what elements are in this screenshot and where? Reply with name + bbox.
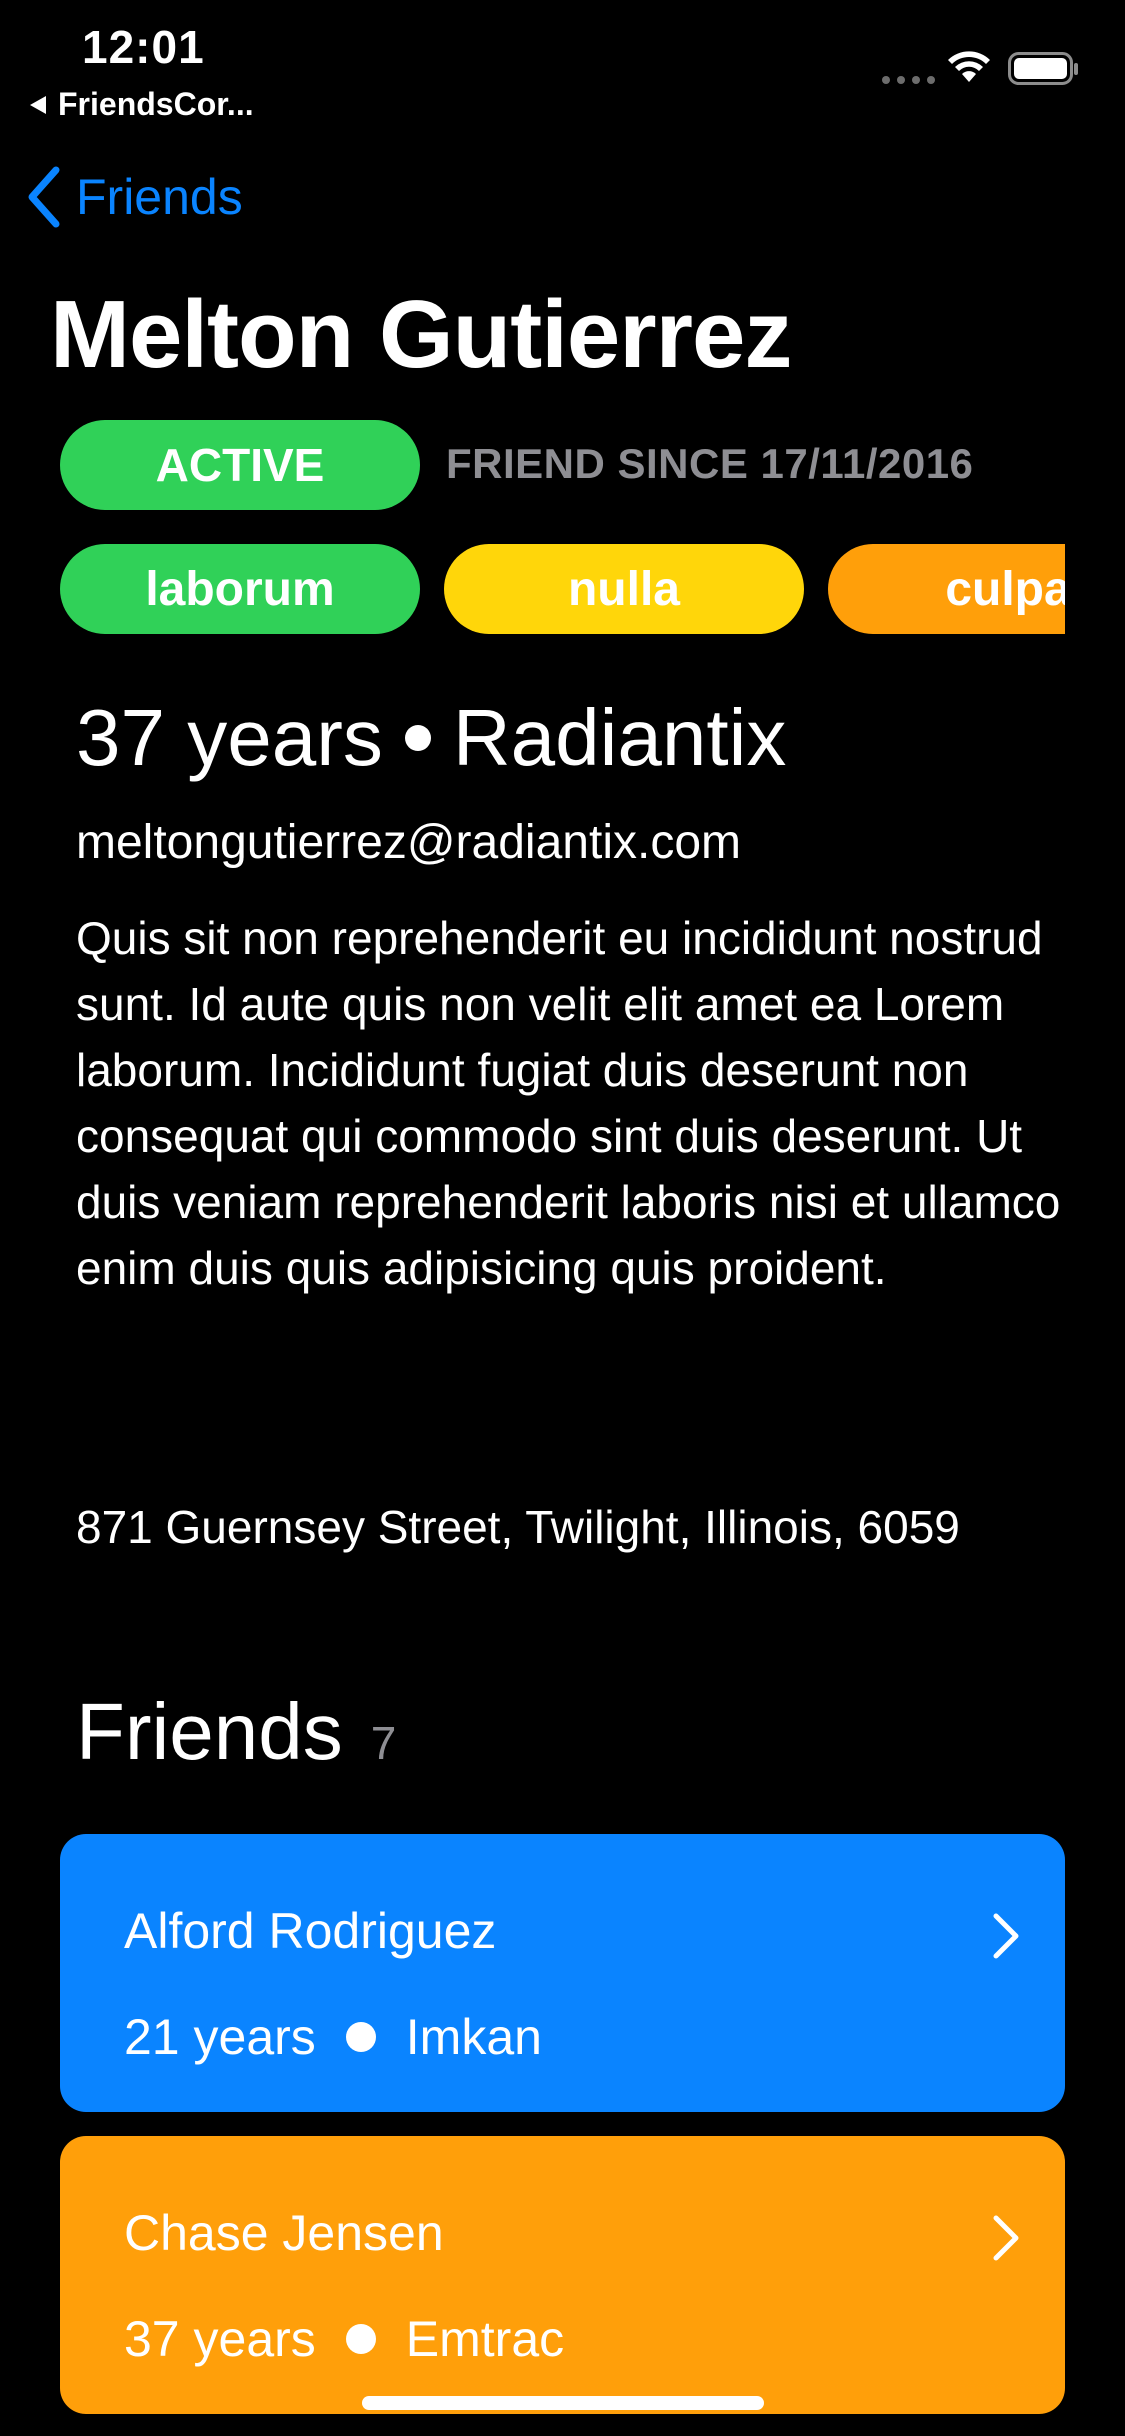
friend-name: Chase Jensen bbox=[124, 2205, 444, 2261]
age-company-line: 37 years Radiantix bbox=[76, 692, 786, 784]
cellular-signal-icon bbox=[882, 76, 935, 84]
friends-count: 7 bbox=[370, 1717, 397, 1769]
battery-icon bbox=[1008, 52, 1078, 85]
bullet-dot-icon bbox=[345, 2324, 376, 2354]
friend-age: 37 years bbox=[124, 2311, 316, 2367]
back-triangle-icon bbox=[30, 95, 46, 114]
tag-label: culpa bbox=[945, 562, 1065, 616]
wifi-icon bbox=[948, 51, 990, 82]
email-address[interactable]: meltongutierrez@radiantix.com bbox=[76, 815, 741, 870]
company-label: Radiantix bbox=[452, 693, 787, 782]
tag-pill[interactable]: nulla bbox=[444, 544, 804, 634]
friend-age: 21 years bbox=[124, 2009, 316, 2065]
tag-label: laborum bbox=[145, 562, 335, 616]
bullet-dot-icon bbox=[345, 2022, 376, 2052]
friend-name: Alford Rodriguez bbox=[124, 1903, 497, 1959]
tag-pill[interactable]: laborum bbox=[60, 544, 420, 634]
tags-scroller[interactable]: laborum nulla culpa bbox=[60, 544, 1065, 634]
bullet-dot-icon bbox=[404, 725, 431, 751]
chevron-left-icon bbox=[28, 166, 60, 228]
back-button[interactable]: Friends bbox=[26, 166, 243, 228]
page-title: Melton Gutierrez bbox=[50, 281, 792, 388]
about-text: Quis sit non reprehenderit eu incididunt… bbox=[76, 912, 1061, 1294]
friends-heading: Friends bbox=[76, 1687, 343, 1776]
return-to-app-label: FriendsCor... bbox=[58, 86, 254, 122]
status-time: 12:01 bbox=[82, 21, 205, 73]
status-badge: ACTIVE bbox=[60, 420, 420, 510]
chevron-right-icon bbox=[993, 2215, 1019, 2261]
friend-company: Imkan bbox=[405, 2009, 542, 2065]
friend-card[interactable]: Chase Jensen 37 years Emtrac bbox=[60, 2136, 1065, 2414]
home-indicator[interactable] bbox=[362, 2396, 764, 2410]
age-label: 37 years bbox=[76, 693, 383, 782]
address-text: 871 Guernsey Street, Twilight, Illinois,… bbox=[76, 1501, 960, 1553]
friend-since-label: FRIEND SINCE 17/11/2016 bbox=[446, 440, 974, 487]
friend-meta: 37 years Emtrac bbox=[124, 2310, 564, 2368]
chevron-right-icon bbox=[993, 1913, 1019, 1959]
tag-label: nulla bbox=[567, 562, 680, 616]
friend-company: Emtrac bbox=[405, 2311, 565, 2367]
tag-pill[interactable]: culpa bbox=[828, 544, 1065, 634]
friends-section-header: Friends 7 bbox=[76, 1686, 396, 1778]
friend-meta: 21 years Imkan bbox=[124, 2008, 542, 2066]
return-to-app-link[interactable]: FriendsCor... bbox=[30, 86, 254, 123]
friend-card[interactable]: Alford Rodriguez 21 years Imkan bbox=[60, 1834, 1065, 2112]
back-button-label: Friends bbox=[76, 169, 243, 225]
